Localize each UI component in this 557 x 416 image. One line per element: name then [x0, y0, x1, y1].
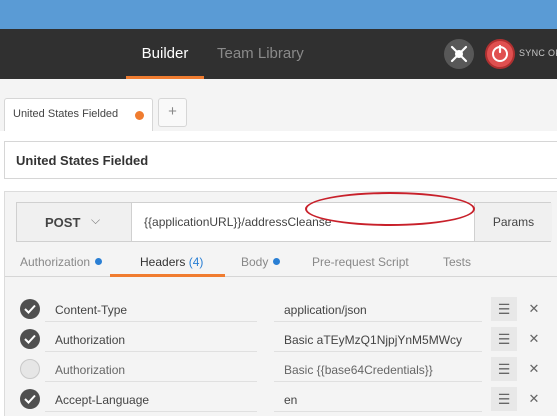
headers-count-badge: (4) [188, 255, 204, 269]
header-key-input[interactable]: Authorization [45, 328, 257, 352]
window-titlebar [0, 0, 557, 29]
header-value-input[interactable]: Basic aTEyMzQ1NjpjYnM5MWcy [274, 328, 482, 352]
tab-pre-request-script[interactable]: Pre-request Script [312, 255, 409, 269]
url-input[interactable]: {{applicationURL}}/addressCleanse [144, 215, 331, 229]
header-key: Content-Type [55, 303, 128, 317]
bulk-edit-icon[interactable]: ☰ [491, 297, 517, 321]
delete-icon[interactable]: ✕ [521, 357, 547, 381]
check-icon [24, 334, 36, 344]
delete-icon[interactable]: ✕ [521, 297, 547, 321]
header-enabled-checkbox[interactable] [20, 299, 40, 319]
tab-body-label: Body [241, 255, 269, 269]
request-builder: United States Fielded POST ⌵ {{applicati… [0, 131, 557, 416]
method-select[interactable]: POST ⌵ [17, 203, 132, 241]
bulk-edit-icon[interactable]: ☰ [491, 387, 517, 411]
header-key: Authorization [55, 363, 126, 377]
header-key-input[interactable]: Content-Type [45, 298, 257, 322]
header-value: Basic {{base64Credentials}} [284, 363, 433, 377]
tab-body[interactable]: Body [241, 255, 281, 269]
unsaved-dot-icon [135, 111, 144, 120]
delete-icon[interactable]: ✕ [521, 387, 547, 411]
check-icon [24, 304, 36, 314]
header-row: Authorization Basic {{base64Credentials}… [5, 354, 557, 384]
header-value-input[interactable]: application/json [274, 298, 482, 322]
header-value: Basic aTEyMzQ1NjpjYnM5MWcy [284, 333, 463, 347]
request-subtabs: Authorization Headers (4) Body Pre-reque… [5, 247, 557, 277]
tab-tests[interactable]: Tests [443, 255, 471, 269]
bulk-edit-icon[interactable]: ☰ [491, 327, 517, 351]
annotation-highlight [305, 192, 475, 226]
request-tab-label: United States Fielded [13, 108, 119, 120]
header-enabled-checkbox[interactable] [20, 389, 40, 409]
tab-authorization[interactable]: Authorization [20, 255, 103, 269]
header-key: Accept-Language [55, 393, 150, 407]
sync-status-label: SYNC OFF [519, 48, 557, 58]
chevron-down-icon: ⌵ [91, 213, 101, 227]
modified-dot-icon [95, 258, 103, 265]
active-tab-underline [110, 274, 225, 277]
header-value: en [284, 393, 298, 407]
tab-authorization-label: Authorization [20, 255, 91, 269]
check-icon [24, 394, 36, 404]
header-value-input[interactable]: Basic {{base64Credentials}} [274, 358, 482, 382]
header-row: Content-Type application/json ☰ ✕ [5, 294, 557, 324]
modified-dot-icon [273, 258, 281, 265]
header-key-input[interactable]: Accept-Language [45, 388, 257, 412]
sync-status-icon[interactable] [485, 39, 515, 69]
header-enabled-checkbox[interactable] [20, 329, 40, 349]
method-label: POST [45, 215, 81, 230]
request-tabbar: United States Fielded + [0, 79, 557, 131]
header-enabled-checkbox[interactable] [20, 359, 40, 379]
header-value-input[interactable]: en [274, 388, 482, 412]
add-tab-button[interactable]: + [158, 98, 187, 127]
tab-headers[interactable]: Headers (4) [140, 255, 203, 269]
nav-tab-team-library[interactable]: Team Library [217, 29, 304, 79]
header-key: Authorization [55, 333, 126, 347]
top-navbar: Builder Team Library SYNC OFF [0, 29, 557, 79]
bulk-edit-icon[interactable]: ☰ [491, 357, 517, 381]
request-panel: POST ⌵ {{applicationURL}}/addressCleanse… [4, 191, 557, 416]
header-row: Accept-Language en ☰ ✕ [5, 384, 557, 414]
request-name: United States Fielded [16, 153, 149, 168]
request-name-field[interactable]: United States Fielded [4, 141, 557, 179]
header-value: application/json [284, 303, 367, 317]
interceptor-icon[interactable] [444, 39, 474, 69]
params-button[interactable]: Params [474, 203, 552, 241]
header-row: Authorization Basic aTEyMzQ1NjpjYnM5MWcy… [5, 324, 557, 354]
request-tab[interactable]: United States Fielded [4, 98, 153, 131]
tab-headers-label: Headers [140, 255, 186, 269]
header-key-input[interactable]: Authorization [45, 358, 257, 382]
delete-icon[interactable]: ✕ [521, 327, 547, 351]
nav-tab-builder[interactable]: Builder [126, 29, 204, 79]
